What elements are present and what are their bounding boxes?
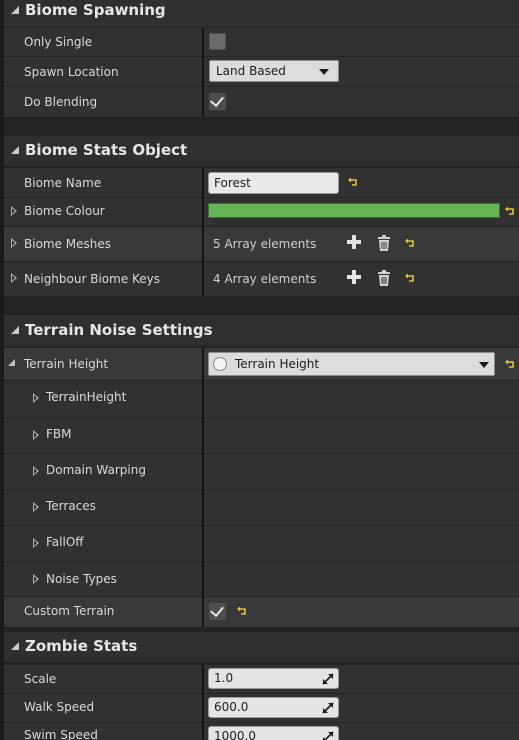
collapse-arrow-icon[interactable]	[11, 146, 19, 154]
property-label: Only Single	[24, 35, 93, 49]
property-label: Swim Speed	[24, 728, 98, 740]
chevron-down-icon	[479, 362, 489, 368]
child-label: Noise Types	[46, 572, 117, 586]
property-row-biome-name: Biome Name Forest	[4, 168, 519, 197]
biome-colour-swatch[interactable]	[208, 203, 500, 218]
drag-handle-icon[interactable]	[322, 702, 334, 714]
property-label: Scale	[24, 672, 57, 686]
trash-icon[interactable]	[377, 270, 391, 286]
collapse-arrow-icon[interactable]	[11, 642, 19, 650]
input-value: 1.0	[214, 671, 234, 685]
reset-to-default-icon[interactable]	[348, 177, 358, 187]
child-label: Terraces	[46, 499, 96, 513]
array-count: 4 Array elements	[213, 272, 317, 286]
terrain-height-class-picker[interactable]: Terrain Height	[208, 352, 495, 376]
property-row-walk-speed: Walk Speed 600.0	[4, 694, 519, 722]
child-label: FallOff	[46, 535, 84, 549]
property-label: Terrain Height	[24, 357, 109, 371]
reset-to-default-icon[interactable]	[505, 206, 515, 216]
child-row-fbm: FBM	[4, 418, 519, 453]
expand-arrow-icon[interactable]	[11, 273, 17, 283]
expand-arrow-icon[interactable]	[33, 502, 39, 512]
child-row-terraces: Terraces	[4, 490, 519, 525]
add-element-icon[interactable]	[347, 235, 361, 249]
category-title: Biome Stats Object	[25, 141, 188, 159]
property-row-do-blending: Do Blending	[4, 87, 519, 117]
category-terrain-noise-settings[interactable]: Terrain Noise Settings	[4, 315, 519, 346]
column-splitter[interactable]	[202, 168, 204, 296]
category-biome-spawning[interactable]: Biome Spawning	[4, 0, 519, 27]
property-row-terrain-height: Terrain Height Terrain Height	[4, 348, 519, 380]
property-row-only-single: Only Single	[4, 28, 519, 56]
array-count: 5 Array elements	[213, 237, 317, 251]
dropdown-value: Land Based	[216, 64, 286, 78]
property-row-scale: Scale 1.0	[4, 665, 519, 693]
column-splitter[interactable]	[202, 28, 204, 117]
category-title: Biome Spawning	[25, 1, 166, 19]
property-label: Spawn Location	[24, 65, 119, 79]
property-row-spawn-location: Spawn Location Land Based	[4, 57, 519, 86]
input-value: 1000.0	[214, 729, 256, 740]
spawn-location-dropdown[interactable]: Land Based	[209, 60, 339, 82]
expand-arrow-icon[interactable]	[33, 574, 39, 584]
column-splitter[interactable]	[202, 348, 204, 627]
scale-numeric-input[interactable]: 1.0	[208, 668, 339, 689]
trash-icon[interactable]	[377, 235, 391, 251]
property-label: Do Blending	[24, 95, 98, 109]
child-label: FBM	[46, 427, 72, 441]
child-row-terrainheight: TerrainHeight	[4, 381, 519, 417]
property-row-biome-meshes: Biome Meshes 5 Array elements	[4, 227, 519, 261]
child-label: Domain Warping	[46, 463, 146, 477]
property-label: Custom Terrain	[24, 604, 115, 618]
reset-to-default-icon[interactable]	[237, 606, 247, 616]
property-label: Neighbour Biome Keys	[24, 272, 161, 286]
collapse-arrow-icon[interactable]	[8, 359, 15, 366]
reset-to-default-icon[interactable]	[405, 273, 415, 283]
swim-speed-numeric-input[interactable]: 1000.0	[208, 726, 339, 740]
class-icon	[213, 357, 227, 371]
dropdown-value: Terrain Height	[235, 357, 320, 371]
add-element-icon[interactable]	[347, 270, 361, 284]
collapse-arrow-icon[interactable]	[11, 326, 19, 334]
do-blending-checkbox[interactable]	[209, 92, 226, 110]
category-title: Zombie Stats	[25, 637, 138, 655]
checkmark-icon	[210, 92, 224, 108]
property-label: Biome Colour	[24, 204, 105, 218]
input-value: 600.0	[214, 700, 249, 714]
child-row-noise-types: Noise Types	[4, 562, 519, 596]
property-label: Walk Speed	[24, 700, 95, 714]
reset-to-default-icon[interactable]	[505, 359, 515, 369]
collapse-arrow-icon[interactable]	[11, 6, 19, 14]
property-row-biome-colour: Biome Colour	[4, 198, 519, 226]
column-splitter[interactable]	[202, 665, 204, 740]
child-label: TerrainHeight	[46, 390, 127, 404]
property-row-neighbour-biome-keys: Neighbour Biome Keys 4 Array elements	[4, 262, 519, 296]
walk-speed-numeric-input[interactable]: 600.0	[208, 697, 339, 718]
expand-arrow-icon[interactable]	[33, 393, 39, 403]
drag-handle-icon[interactable]	[322, 673, 334, 685]
category-zombie-stats[interactable]: Zombie Stats	[4, 632, 519, 662]
only-single-checkbox[interactable]	[209, 33, 226, 50]
reset-to-default-icon[interactable]	[405, 238, 415, 248]
expand-arrow-icon[interactable]	[11, 206, 17, 216]
expand-arrow-icon[interactable]	[33, 466, 39, 476]
category-title: Terrain Noise Settings	[25, 321, 213, 339]
child-row-falloff: FallOff	[4, 526, 519, 561]
checkmark-icon	[210, 602, 224, 618]
child-row-domain-warping: Domain Warping	[4, 454, 519, 489]
property-label: Biome Meshes	[24, 237, 112, 251]
expand-arrow-icon[interactable]	[11, 238, 17, 248]
drag-handle-icon[interactable]	[322, 731, 334, 740]
expand-arrow-icon[interactable]	[33, 538, 39, 548]
custom-terrain-checkbox[interactable]	[209, 602, 226, 620]
input-value: Forest	[214, 176, 251, 190]
property-row-swim-speed: Swim Speed 1000.0	[4, 723, 519, 740]
expand-arrow-icon[interactable]	[33, 430, 39, 440]
property-row-custom-terrain: Custom Terrain	[4, 597, 519, 627]
biome-name-input[interactable]: Forest	[208, 172, 339, 194]
chevron-down-icon	[319, 69, 329, 75]
property-label: Biome Name	[24, 176, 102, 190]
category-biome-stats-object[interactable]: Biome Stats Object	[4, 136, 519, 166]
